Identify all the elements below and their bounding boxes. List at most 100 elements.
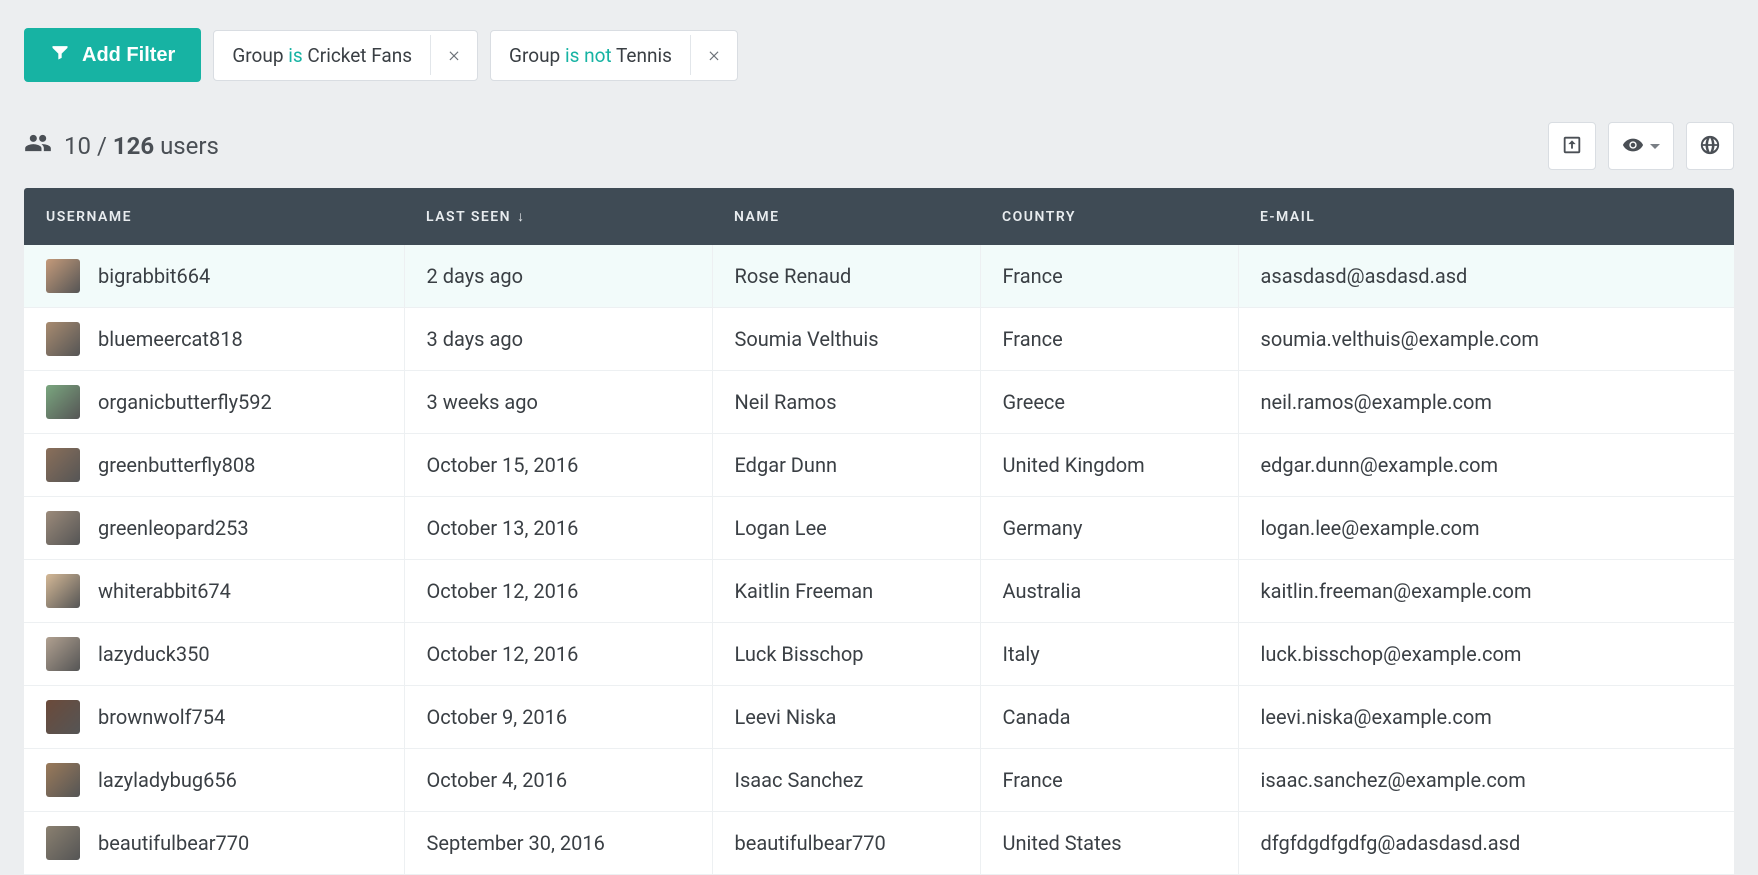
filter-chip-text: Group is not Tennis	[491, 31, 690, 80]
cell-country: France	[980, 749, 1238, 812]
filter-value: Tennis	[616, 44, 672, 67]
close-icon	[707, 48, 721, 62]
table-row[interactable]: greenbutterfly808 October 15, 2016Edgar D…	[24, 434, 1734, 497]
cell-last-seen: October 12, 2016	[404, 623, 712, 686]
username-text: bigrabbit664	[98, 264, 210, 288]
table-row[interactable]: bluemeercat8183 days agoSoumia VelthuisF…	[24, 308, 1734, 371]
cell-last-seen: October 4, 2016	[404, 749, 712, 812]
summary-row: 10 / 126 users	[0, 82, 1758, 188]
column-header-last-seen[interactable]: Last seen↓	[404, 188, 712, 245]
filter-chip-text: Group is Cricket Fans	[214, 31, 430, 80]
cell-username: lazyduck350	[24, 623, 404, 686]
avatar	[46, 322, 80, 356]
table-row[interactable]: greenleopard253 October 13, 2016Logan Lee…	[24, 497, 1734, 560]
cell-country: France	[980, 245, 1238, 308]
filter-remove-button[interactable]	[690, 35, 737, 75]
avatar	[46, 511, 80, 545]
avatar	[46, 700, 80, 734]
filter-chip[interactable]: Group is not Tennis	[490, 30, 738, 81]
export-icon	[1561, 134, 1583, 159]
filter-chip[interactable]: Group is Cricket Fans	[213, 30, 478, 81]
cell-country: Greece	[980, 371, 1238, 434]
filters-toolbar: Add Filter Group is Cricket FansGroup is…	[0, 0, 1758, 82]
cell-email: logan.lee@example.com	[1238, 497, 1734, 560]
filter-operator: is	[288, 44, 302, 67]
cell-name: Kaitlin Freeman	[712, 560, 980, 623]
add-filter-button[interactable]: Add Filter	[24, 28, 201, 82]
table-actions	[1548, 122, 1734, 170]
cell-name: beautifulbear770	[712, 812, 980, 875]
cell-email: asasdasd@asdasd.asd	[1238, 245, 1734, 308]
username-text: beautifulbear770	[98, 831, 249, 855]
column-header-email[interactable]: E-mail	[1238, 188, 1734, 245]
cell-name: Edgar Dunn	[712, 434, 980, 497]
cell-name: Logan Lee	[712, 497, 980, 560]
table-row[interactable]: lazyduck350October 12, 2016Luck Bisschop…	[24, 623, 1734, 686]
table-row[interactable]: beautifulbear770September 30, 2016beauti…	[24, 812, 1734, 875]
avatar	[46, 637, 80, 671]
visibility-button[interactable]	[1608, 122, 1674, 170]
shown-count: 10	[64, 132, 91, 160]
cell-country: Canada	[980, 686, 1238, 749]
table-row[interactable]: organicbutterfly5923 weeks agoNeil Ramos…	[24, 371, 1734, 434]
chevron-down-icon	[1650, 144, 1660, 149]
table-row[interactable]: brownwolf754 October 9, 2016Leevi NiskaCa…	[24, 686, 1734, 749]
cell-username: beautifulbear770	[24, 812, 404, 875]
cell-email: kaitlin.freeman@example.com	[1238, 560, 1734, 623]
export-button[interactable]	[1548, 122, 1596, 170]
total-count: 126	[113, 132, 154, 160]
cell-last-seen: October 13, 2016	[404, 497, 712, 560]
username-text: brownwolf754	[98, 705, 225, 729]
avatar	[46, 385, 80, 419]
filter-field: Group	[509, 44, 560, 67]
table-row[interactable]: whiterabbit674October 12, 2016Kaitlin Fr…	[24, 560, 1734, 623]
cell-name: Luck Bisschop	[712, 623, 980, 686]
cell-email: soumia.velthuis@example.com	[1238, 308, 1734, 371]
cell-name: Isaac Sanchez	[712, 749, 980, 812]
username-text: lazyladybug656	[98, 768, 237, 792]
username-text: bluemeercat818	[98, 327, 243, 351]
filter-icon	[50, 42, 70, 68]
filter-value: Cricket Fans	[307, 44, 412, 67]
cell-email: isaac.sanchez@example.com	[1238, 749, 1734, 812]
cell-last-seen: 2 days ago	[404, 245, 712, 308]
username-text: greenleopard253	[98, 516, 249, 540]
sort-descending-icon: ↓	[517, 209, 526, 225]
cell-last-seen: 3 weeks ago	[404, 371, 712, 434]
table-row[interactable]: bigrabbit6642 days agoRose RenaudFrancea…	[24, 245, 1734, 308]
cell-name: Soumia Velthuis	[712, 308, 980, 371]
cell-email: dfgfdgdfgdfg@adasdasd.asd	[1238, 812, 1734, 875]
cell-username: brownwolf754	[24, 686, 404, 749]
language-button[interactable]	[1686, 122, 1734, 170]
cell-username: lazyladybug656	[24, 749, 404, 812]
globe-icon	[1699, 134, 1721, 159]
count-suffix: users	[154, 132, 219, 160]
username-text: organicbutterfly592	[98, 390, 272, 414]
cell-email: neil.ramos@example.com	[1238, 371, 1734, 434]
username-text: greenbutterfly808	[98, 453, 255, 477]
count-text: 10 / 126 users	[64, 132, 219, 160]
users-table: Username Last seen↓ Name Country E-mail …	[24, 188, 1734, 875]
cell-country: United Kingdom	[980, 434, 1238, 497]
filter-remove-button[interactable]	[430, 35, 477, 75]
cell-email: edgar.dunn@example.com	[1238, 434, 1734, 497]
cell-username: whiterabbit674	[24, 560, 404, 623]
user-count-summary: 10 / 126 users	[24, 129, 219, 163]
people-icon	[24, 129, 52, 163]
cell-country: France	[980, 308, 1238, 371]
filter-chips-container: Group is Cricket Fans Group is not Tennis	[213, 30, 738, 81]
cell-username: bluemeercat818	[24, 308, 404, 371]
column-header-name[interactable]: Name	[712, 188, 980, 245]
avatar	[46, 763, 80, 797]
table-row[interactable]: lazyladybug656 October 4, 2016Isaac Sanch…	[24, 749, 1734, 812]
cell-last-seen: October 9, 2016	[404, 686, 712, 749]
filter-field: Group	[232, 44, 283, 67]
cell-last-seen: September 30, 2016	[404, 812, 712, 875]
column-header-country[interactable]: Country	[980, 188, 1238, 245]
cell-last-seen: October 15, 2016	[404, 434, 712, 497]
avatar	[46, 574, 80, 608]
column-header-username[interactable]: Username	[24, 188, 404, 245]
cell-name: Leevi Niska	[712, 686, 980, 749]
add-filter-label: Add Filter	[82, 44, 175, 67]
avatar	[46, 448, 80, 482]
